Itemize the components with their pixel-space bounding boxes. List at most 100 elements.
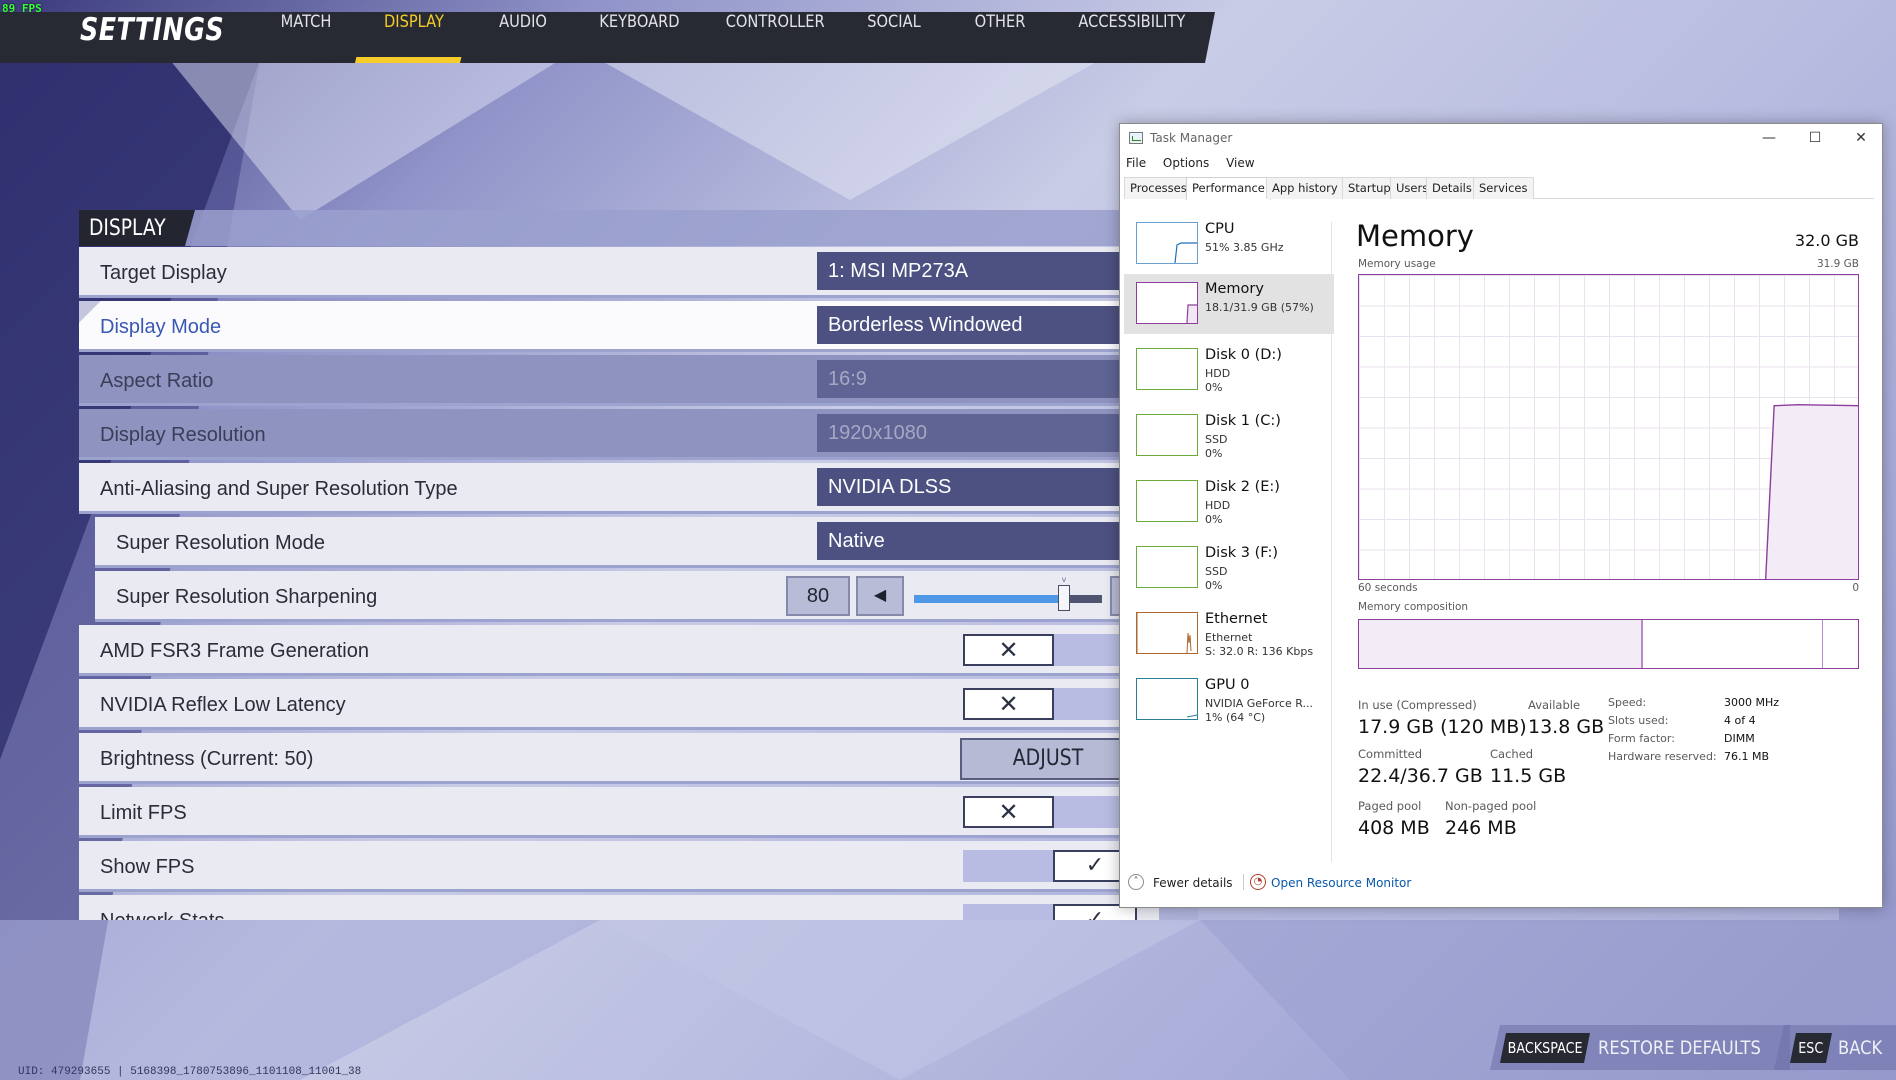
tm-tab-processes[interactable]: Processes xyxy=(1124,177,1193,199)
setting-label: Network Stats xyxy=(100,895,224,920)
setting-label: Limit FPS xyxy=(100,802,187,824)
settings-title: SETTINGS xyxy=(80,12,225,48)
device-disk3[interactable]: Disk 3 (F:) SSD 0% xyxy=(1124,538,1334,598)
fewer-details-link[interactable]: Fewer details xyxy=(1153,876,1233,890)
setting-row-fsr3[interactable]: AMD FSR3 Frame Generation ✕ xyxy=(79,625,1159,676)
setting-row-sr-sharpening[interactable]: Super Resolution Sharpening 80 ◀ ˅ ▶ xyxy=(95,571,1159,622)
display-resolution-dropdown: 1920x1080 xyxy=(817,414,1137,452)
task-manager-window[interactable]: Task Manager — ☐ ✕ File Options View Pro… xyxy=(1119,123,1883,908)
open-resource-monitor-link[interactable]: Open Resource Monitor xyxy=(1271,876,1411,890)
memory-usage-area xyxy=(1765,404,1858,579)
setting-label: AMD FSR3 Frame Generation xyxy=(100,640,369,662)
back-button[interactable]: BACK xyxy=(1838,1033,1889,1063)
x-icon: ✕ xyxy=(998,690,1019,718)
tab-audio[interactable]: AUDIO xyxy=(497,12,549,63)
setting-row-brightness[interactable]: Brightness (Current: 50) ADJUST xyxy=(79,733,1159,784)
tab-keyboard[interactable]: KEYBOARD xyxy=(599,12,679,63)
setting-row-display-mode[interactable]: Display Mode Borderless Windowed xyxy=(79,301,1159,352)
tm-tab-services[interactable]: Services xyxy=(1473,177,1534,199)
section-title: DISPLAY xyxy=(79,210,195,246)
sharpening-value: 80 xyxy=(786,576,850,616)
task-manager-icon xyxy=(1129,132,1143,144)
setting-label: Super Resolution Mode xyxy=(116,532,326,554)
disk-thumbnail xyxy=(1136,480,1198,522)
speed-label: Speed: xyxy=(1608,696,1647,709)
tm-tab-performance[interactable]: Performance xyxy=(1186,177,1271,200)
sharpening-decrease-button[interactable]: ◀ xyxy=(856,576,904,616)
tm-tab-app-history[interactable]: App history xyxy=(1266,177,1344,199)
setting-label: NVIDIA Reflex Low Latency xyxy=(100,694,346,716)
target-display-dropdown[interactable]: 1: MSI MP273A xyxy=(817,252,1137,290)
restore-defaults-button[interactable]: RESTORE DEFAULTS xyxy=(1598,1033,1787,1063)
menu-options[interactable]: Options xyxy=(1163,156,1209,170)
setting-label: Display Resolution xyxy=(100,424,266,446)
disk-thumbnail xyxy=(1136,348,1198,390)
sr-mode-dropdown[interactable]: Native xyxy=(817,522,1137,560)
window-title: Task Manager xyxy=(1150,131,1233,145)
slider-thumb[interactable] xyxy=(1058,585,1071,611)
tab-other[interactable]: OTHER xyxy=(974,12,1026,63)
reflex-toggle[interactable]: ✕ xyxy=(963,688,1054,720)
device-gpu0[interactable]: GPU 0 NVIDIA GeForce R... 1% (64 °C) xyxy=(1124,670,1334,730)
graph-time-label: 60 seconds xyxy=(1358,582,1418,594)
check-icon: ✓ xyxy=(1085,907,1105,920)
fsr3-toggle[interactable]: ✕ xyxy=(963,634,1054,666)
setting-label: Show FPS xyxy=(100,856,195,878)
hardware-reserved-label: Hardware reserved: xyxy=(1608,750,1717,763)
menu-view[interactable]: View xyxy=(1226,156,1254,170)
memory-usage-graph xyxy=(1358,274,1859,580)
tab-controller[interactable]: CONTROLLER xyxy=(726,12,825,63)
backspace-key-hint: BACKSPACE xyxy=(1500,1033,1590,1063)
display-mode-dropdown[interactable]: Borderless Windowed xyxy=(817,306,1137,344)
disk-thumbnail xyxy=(1136,414,1198,456)
x-icon: ✕ xyxy=(998,636,1019,664)
slots-label: Slots used: xyxy=(1608,714,1669,727)
setting-row-aa-type[interactable]: Anti-Aliasing and Super Resolution Type … xyxy=(79,463,1159,514)
maximize-button[interactable]: ☐ xyxy=(1792,124,1838,152)
minimize-button[interactable]: — xyxy=(1746,124,1792,152)
setting-row-limit-fps[interactable]: Limit FPS ✕ xyxy=(79,787,1159,838)
task-manager-tabs: Processes Performance App history Startu… xyxy=(1124,177,1874,200)
device-disk1[interactable]: Disk 1 (C:) SSD 0% xyxy=(1124,406,1334,466)
brightness-adjust-button[interactable]: ADJUST xyxy=(960,738,1135,780)
disk-thumbnail xyxy=(1136,546,1198,588)
aspect-ratio-dropdown: 16:9 xyxy=(817,360,1137,398)
memory-usage-label: Memory usage xyxy=(1358,258,1436,270)
setting-row-aspect-ratio: Aspect Ratio 16:9 xyxy=(79,355,1159,406)
setting-label: Target Display xyxy=(100,262,227,284)
tm-tab-startup[interactable]: Startup xyxy=(1342,177,1397,199)
memory-usage-max: 31.9 GB xyxy=(1816,258,1859,270)
device-disk0[interactable]: Disk 0 (D:) HDD 0% xyxy=(1124,340,1334,400)
sharpening-slider[interactable]: ˅ xyxy=(914,575,1102,611)
setting-label: Super Resolution Sharpening xyxy=(116,586,378,608)
menu-file[interactable]: File xyxy=(1126,156,1146,170)
slots-value: 4 of 4 xyxy=(1724,714,1756,727)
memory-composition-bar xyxy=(1358,619,1859,669)
tab-accessibility[interactable]: ACCESSIBILITY xyxy=(1078,12,1185,63)
slider-fill xyxy=(914,595,1065,603)
tab-social[interactable]: SOCIAL xyxy=(866,12,921,63)
menu-bar: File Options View xyxy=(1126,156,1268,170)
ethernet-thumbnail xyxy=(1136,612,1198,654)
tab-match[interactable]: MATCH xyxy=(280,12,332,63)
close-button[interactable]: ✕ xyxy=(1838,124,1884,152)
slider-tick-marker: ˅ xyxy=(1061,575,1067,585)
tab-display[interactable]: DISPLAY xyxy=(379,12,450,63)
setting-row-network-stats[interactable]: Network Stats ✓ xyxy=(79,895,1159,920)
memory-thumbnail xyxy=(1136,282,1198,324)
device-disk2[interactable]: Disk 2 (E:) HDD 0% xyxy=(1124,472,1334,532)
limit-fps-toggle[interactable]: ✕ xyxy=(963,796,1054,828)
setting-row-sr-mode[interactable]: Super Resolution Mode Native xyxy=(95,517,1159,568)
setting-label: Aspect Ratio xyxy=(100,370,214,392)
aa-type-dropdown[interactable]: NVIDIA DLSS xyxy=(817,468,1137,506)
device-memory[interactable]: Memory 18.1/31.9 GB (57%) xyxy=(1124,274,1334,334)
speed-value: 3000 MHz xyxy=(1724,696,1780,709)
device-ethernet[interactable]: Ethernet Ethernet S: 32.0 R: 136 Kbps xyxy=(1124,604,1334,664)
setting-row-reflex[interactable]: NVIDIA Reflex Low Latency ✕ xyxy=(79,679,1159,730)
device-cpu[interactable]: CPU 51% 3.85 GHz xyxy=(1124,214,1334,274)
tm-tab-details[interactable]: Details xyxy=(1426,177,1478,199)
setting-row-target-display[interactable]: Target Display 1: MSI MP273A xyxy=(79,247,1159,298)
setting-row-show-fps[interactable]: Show FPS ✓ xyxy=(79,841,1159,892)
device-list: CPU 51% 3.85 GHz Memory 18.1/31.9 GB (57… xyxy=(1124,214,1334,854)
pane-divider xyxy=(1331,222,1332,862)
